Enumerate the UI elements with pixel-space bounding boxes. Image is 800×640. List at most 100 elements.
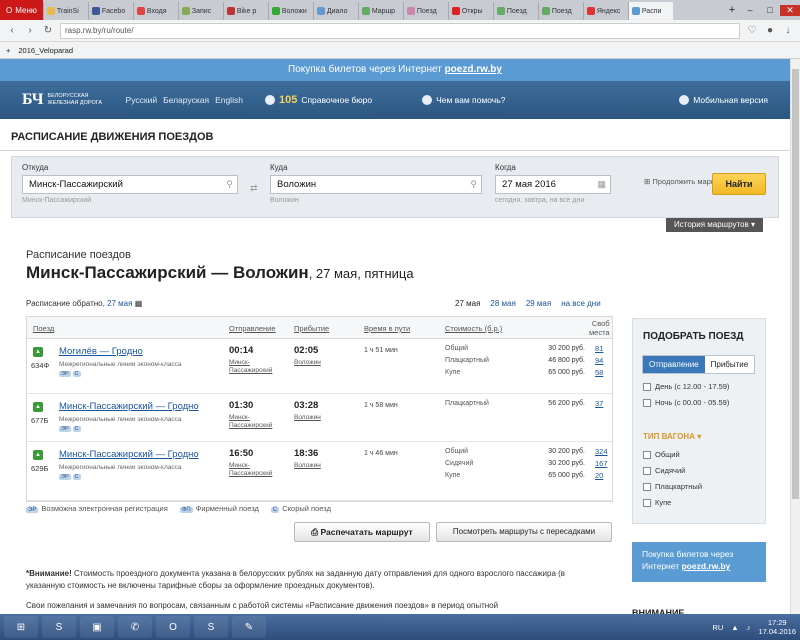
print-route-button[interactable]: ⎙ Распечатать маршрут xyxy=(294,522,430,542)
col-cost[interactable]: Стоимость (б.р.) xyxy=(445,324,502,333)
network-icon[interactable]: ▲ xyxy=(731,623,738,632)
logo[interactable]: БЧ БЕЛОРУССКАЯ ЖЕЛЕЗНАЯ ДОРОГА xyxy=(22,91,108,109)
close-icon[interactable]: ✕ xyxy=(780,4,800,16)
departure-station[interactable]: Минск-Пассажирский xyxy=(229,462,284,478)
checkbox[interactable] xyxy=(643,450,651,459)
minimize-icon[interactable]: – xyxy=(740,5,760,16)
train-name-link[interactable]: Минск-Пассажирский — Гродно xyxy=(59,401,199,412)
transfers-button[interactable]: Посмотреть маршруты с пересадками xyxy=(436,522,612,542)
to-input[interactable]: Воложин ⚲ xyxy=(270,175,482,194)
col-train[interactable]: Поезд xyxy=(33,324,54,333)
swap-icon[interactable]: ⇄ xyxy=(250,183,258,194)
browser-tab[interactable]: Откры xyxy=(447,2,493,20)
skype-icon[interactable]: S xyxy=(42,616,76,638)
browser-menu-button[interactable]: O Меню xyxy=(0,0,43,20)
help-link[interactable]: Чем вам помочь? xyxy=(422,95,505,105)
free-seats-link[interactable]: 20 xyxy=(595,471,603,481)
free-seats-link[interactable]: 94 xyxy=(595,356,603,366)
volume-icon[interactable]: ♪ xyxy=(747,623,751,632)
filter-wagon-seat[interactable]: Сидячий xyxy=(643,466,685,475)
opera-icon[interactable]: O xyxy=(156,616,190,638)
free-seats-link[interactable]: 58 xyxy=(595,368,603,378)
arrival-station[interactable]: Воложин xyxy=(294,462,321,470)
free-seats-link[interactable]: 37 xyxy=(595,399,603,409)
arrival-station[interactable]: Воложин xyxy=(294,359,321,367)
browser-tab[interactable]: Поезд xyxy=(492,2,538,20)
filter-wagon-platz[interactable]: Плацкартный xyxy=(643,482,702,491)
arrival-station[interactable]: Воложин xyxy=(294,414,321,422)
checkbox[interactable] xyxy=(643,382,651,391)
add-bookmark-icon[interactable]: + xyxy=(6,46,10,55)
free-seats-link[interactable]: 167 xyxy=(595,459,608,469)
col-dur[interactable]: Время в пути xyxy=(364,324,410,333)
browser-tab[interactable]: Воложи xyxy=(267,2,313,20)
filter-night[interactable]: Ночь (с 00.00 - 05.59) xyxy=(643,398,729,407)
calendar-icon[interactable]: ▦ xyxy=(135,299,143,308)
col-arr[interactable]: Прибытие xyxy=(294,324,329,333)
download-icon[interactable]: ↓ xyxy=(782,25,794,36)
paint-icon[interactable]: ✎ xyxy=(232,616,266,638)
browser-tab[interactable]: Маршр xyxy=(357,2,403,20)
free-seats-link[interactable]: 81 xyxy=(595,344,603,354)
filter-wagon-coupe[interactable]: Купе xyxy=(643,498,671,507)
language-indicator[interactable]: RU xyxy=(712,623,723,632)
from-hint[interactable]: Минск-Пассажирский xyxy=(22,197,238,204)
find-button[interactable]: Найти xyxy=(712,173,766,195)
date-hint[interactable]: сегодня, завтра, на все дни xyxy=(495,197,611,204)
promo-link[interactable]: poezd.rw.by xyxy=(445,64,502,75)
reload-icon[interactable]: ↻ xyxy=(42,25,54,36)
start-button[interactable]: ⊞ xyxy=(4,616,38,638)
scrollbar-thumb[interactable] xyxy=(792,69,799,499)
new-tab-button[interactable]: + xyxy=(724,4,740,16)
departure-station[interactable]: Минск-Пассажирский xyxy=(229,359,284,375)
bookmark-item[interactable]: 2016_Veloparad xyxy=(18,46,73,55)
return-date-link[interactable]: 27 мая xyxy=(107,299,132,308)
route-history-button[interactable]: История маршрутов ▾ xyxy=(666,218,763,232)
save-icon[interactable]: ▣ xyxy=(80,616,114,638)
viber-icon[interactable]: ✆ xyxy=(118,616,152,638)
help-desk[interactable]: 105 Справочное бюро xyxy=(264,94,372,106)
train-name-link[interactable]: Могилёв — Гродно xyxy=(59,346,143,357)
buy-tickets-box[interactable]: Покупка билетов через Интернет poezd.rw.… xyxy=(632,542,766,582)
col-dep[interactable]: Отправление xyxy=(229,324,276,333)
wagon-type-toggle[interactable]: ТИП ВАГОНА ▾ xyxy=(643,432,701,441)
filter-wagon-general[interactable]: Общий xyxy=(643,450,680,459)
heart-icon[interactable]: ♡ xyxy=(746,25,758,36)
browser-tab[interactable]: Распи xyxy=(627,2,673,20)
forward-icon[interactable]: › xyxy=(24,25,36,36)
checkbox[interactable] xyxy=(643,498,651,507)
scrollbar[interactable] xyxy=(790,59,800,619)
url-field[interactable]: rasp.rw.by/ru/route/ xyxy=(60,22,740,39)
toggle-departure[interactable]: Отправление xyxy=(643,356,705,373)
browser-tab[interactable]: Яндекс xyxy=(582,2,628,20)
date-link[interactable]: 28 мая xyxy=(490,299,515,308)
free-seats-link[interactable]: 324 xyxy=(595,447,608,457)
departure-station[interactable]: Минск-Пассажирский xyxy=(229,414,284,430)
train-name-link[interactable]: Минск-Пассажирский — Гродно xyxy=(59,449,199,460)
checkbox[interactable] xyxy=(643,466,651,475)
to-hint[interactable]: Воложин xyxy=(270,197,482,204)
lang-en[interactable]: English xyxy=(215,95,243,105)
mobile-version-link[interactable]: Мобильная версия xyxy=(679,95,768,105)
toggle-arrival[interactable]: Прибытие xyxy=(704,356,755,373)
all-days-link[interactable]: на все дни xyxy=(561,299,600,308)
skype-icon[interactable]: S xyxy=(194,616,228,638)
lang-ru[interactable]: Русский xyxy=(126,95,158,105)
maximize-icon[interactable]: □ xyxy=(760,5,780,16)
lang-by[interactable]: Беларуская xyxy=(163,95,209,105)
date-input[interactable]: 27 мая 2016 ▦ xyxy=(495,175,611,194)
browser-tab[interactable]: Диало xyxy=(312,2,358,20)
adblock-icon[interactable]: ● xyxy=(764,25,776,36)
date-link[interactable]: 29 мая xyxy=(526,299,551,308)
checkbox[interactable] xyxy=(643,398,651,407)
checkbox[interactable] xyxy=(643,482,651,491)
browser-tab[interactable]: Facebo xyxy=(87,2,133,20)
clock[interactable]: 17:29 17.04.2016 xyxy=(758,618,796,636)
from-input[interactable]: Минск-Пассажирский ⚲ xyxy=(22,175,238,194)
browser-tab[interactable]: Поезд xyxy=(402,2,448,20)
calendar-icon[interactable]: ▦ xyxy=(597,179,606,190)
browser-tab[interactable]: TrainSi xyxy=(42,2,88,20)
filter-day[interactable]: День (с 12.00 - 17.59) xyxy=(643,382,729,391)
browser-tab[interactable]: Поезд xyxy=(537,2,583,20)
back-icon[interactable]: ‹ xyxy=(6,25,18,36)
